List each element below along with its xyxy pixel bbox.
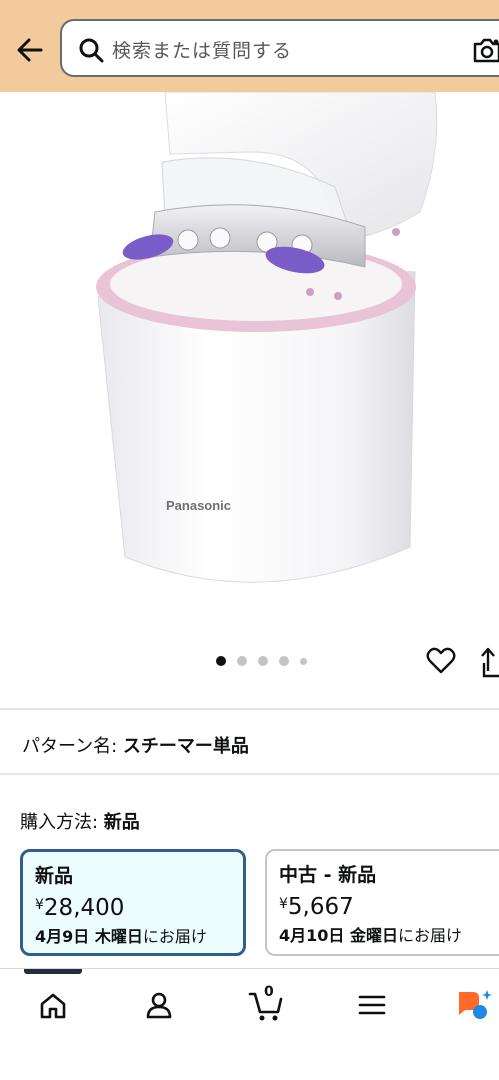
back-button[interactable]: [12, 32, 48, 68]
nav-menu[interactable]: [352, 985, 392, 1025]
option-price: ¥5,667: [279, 894, 354, 920]
search-icon: [79, 38, 104, 63]
pager-dot[interactable]: [300, 657, 307, 665]
facial-steamer-illustration: Panasonic: [96, 91, 438, 583]
pager-dot[interactable]: [258, 656, 268, 666]
purchase-method-label: 購入方法:: [20, 812, 104, 833]
pager-dot[interactable]: [279, 656, 289, 666]
active-tab-indicator: [24, 969, 82, 974]
bottom-navigation: [0, 968, 499, 1080]
option-delivery: 4月9日 木曜日にお届け: [35, 927, 207, 946]
share-icon[interactable]: [480, 645, 499, 679]
account-icon: [146, 992, 172, 1019]
heart-icon[interactable]: [425, 645, 457, 677]
nav-ai-assistant[interactable]: [455, 985, 495, 1025]
image-pager[interactable]: [216, 655, 307, 667]
product-image[interactable]: Panasonic: [80, 91, 440, 612]
top-header: 検索または質問する: [0, 0, 499, 92]
option-title: 新品: [35, 865, 74, 887]
option-title: 中古 - 新品: [279, 864, 377, 886]
nav-account[interactable]: [139, 985, 179, 1025]
pattern-name-label: パターン名:: [22, 736, 123, 757]
option-used-new[interactable]: 中古 - 新品 ¥5,667 4月10日 金曜日にお届け: [265, 849, 499, 956]
camera-icon[interactable]: [472, 35, 499, 65]
back-arrow-icon: [17, 38, 43, 62]
search-placeholder: 検索または質問する: [112, 40, 293, 62]
menu-icon: [358, 995, 386, 1015]
pager-dot-active[interactable]: [216, 656, 226, 666]
cart-count-badge: 0: [264, 984, 274, 1000]
option-delivery: 4月10日 金曜日にお届け: [279, 926, 462, 945]
purchase-method-row: 購入方法: 新品: [20, 808, 140, 834]
pattern-name-value: スチーマー単品: [122, 736, 249, 757]
pager-dot[interactable]: [237, 656, 247, 666]
svg-text:Panasonic: Panasonic: [166, 498, 231, 513]
divider: [0, 708, 499, 710]
ai-assistant-icon: [459, 990, 492, 1019]
home-icon: [40, 993, 66, 1019]
option-new[interactable]: 新品 ¥28,400 4月9日 木曜日にお届け: [20, 849, 246, 956]
pattern-name-row: パターン名: スチーマー単品: [22, 732, 249, 758]
nav-home[interactable]: [33, 985, 73, 1025]
divider: [0, 773, 499, 775]
search-input[interactable]: 検索または質問する: [60, 19, 499, 77]
option-price: ¥28,400: [35, 895, 125, 921]
purchase-method-value: 新品: [103, 812, 140, 833]
